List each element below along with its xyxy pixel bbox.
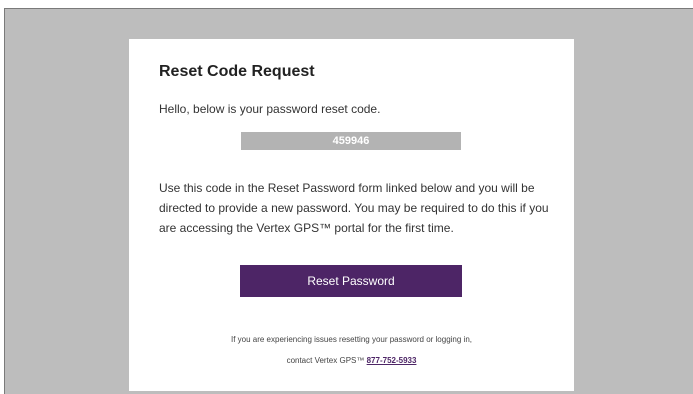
email-viewport: Reset Code Request Hello, below is your …: [4, 8, 693, 394]
support-footer: If you are experiencing issues resetting…: [129, 329, 574, 371]
footer-line-1: If you are experiencing issues resetting…: [230, 335, 473, 344]
greeting-text: Hello, below is your password reset code…: [159, 102, 381, 116]
reset-code-box: 459946: [241, 132, 461, 150]
footer-line-2: contact Vertex GPS™ 877-752-5933: [129, 350, 574, 371]
email-card: Reset Code Request Hello, below is your …: [129, 39, 574, 391]
footer-contact-text: contact Vertex GPS™: [286, 356, 365, 365]
instructions-text: Use this code in the Reset Password form…: [159, 181, 549, 235]
reset-password-button[interactable]: Reset Password: [240, 265, 462, 297]
email-title: Reset Code Request: [159, 63, 315, 80]
support-phone-link[interactable]: 877-752-5933: [367, 356, 417, 365]
